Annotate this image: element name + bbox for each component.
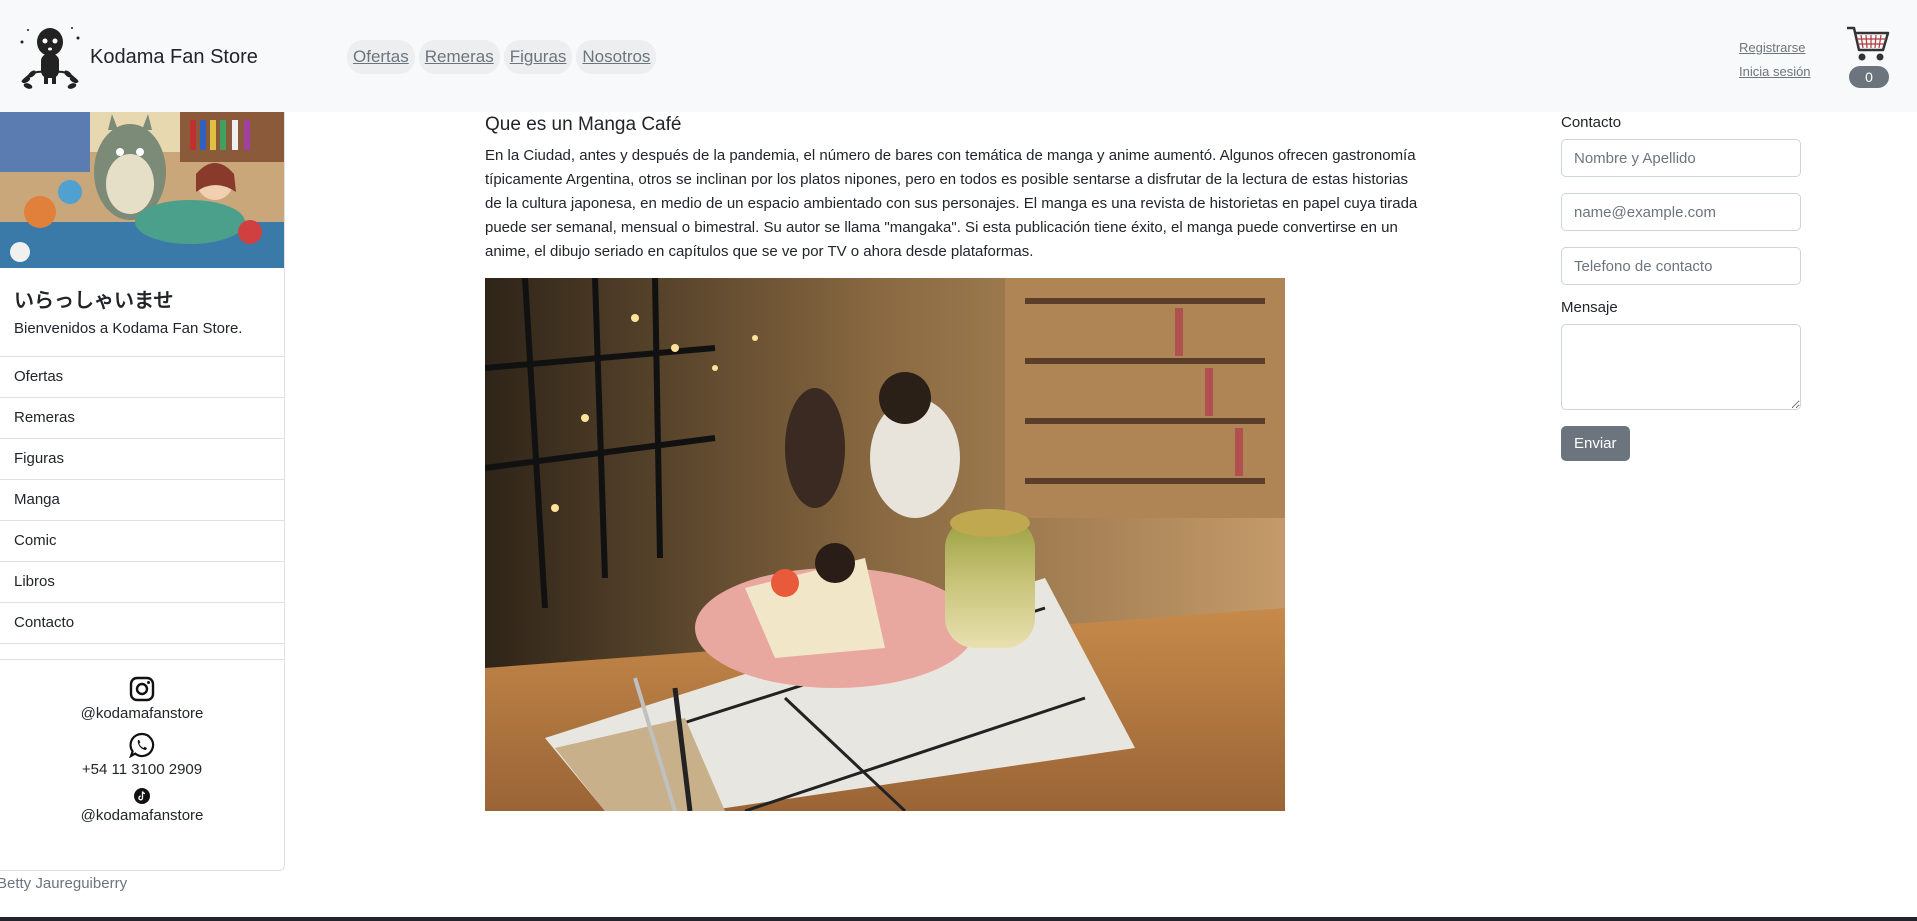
message-textarea[interactable]	[1561, 324, 1801, 410]
tiktok-handle[interactable]: @kodamafanstore	[0, 807, 284, 824]
instagram-handle[interactable]: @kodamafanstore	[0, 705, 284, 722]
shopping-cart-icon[interactable]	[1846, 24, 1890, 64]
sidebar-item-libros[interactable]: Libros	[0, 562, 284, 603]
kodama-logo-icon	[20, 27, 80, 89]
name-field[interactable]	[1561, 139, 1801, 177]
sidebar-item-contacto[interactable]: Contacto	[0, 603, 284, 644]
cart-count-badge: 0	[1849, 66, 1889, 88]
social-instagram[interactable]: @kodamafanstore	[0, 676, 284, 722]
auth-links: Registrarse Inicia sesión	[1739, 36, 1811, 84]
sidebar-card: いらっしゃいませ Bienvenidos a Kodama Fan Store.…	[0, 112, 285, 871]
sidebar-item-comic[interactable]: Comic	[0, 521, 284, 562]
brand[interactable]: Kodama Fan Store	[14, 22, 258, 92]
main-article: Que es un Manga Café En la Ciudad, antes…	[485, 114, 1425, 811]
instagram-icon[interactable]	[129, 676, 155, 702]
sidebar-item-ofertas[interactable]: Ofertas	[0, 357, 284, 398]
article-text: En la Ciudad, antes y después de la pand…	[485, 147, 1418, 260]
welcome-title: いらっしゃいませ	[14, 290, 174, 312]
manga-cafe-photo	[485, 278, 1285, 811]
contact-label: Contacto	[1561, 114, 1622, 131]
login-link[interactable]: Inicia sesión	[1739, 60, 1811, 84]
sidebar-item-figuras[interactable]: Figuras	[0, 439, 284, 480]
email-field[interactable]	[1561, 193, 1801, 231]
sidebar-menu: Ofertas Remeras Figuras Manga Comic Libr…	[0, 356, 284, 660]
contact-form: Contacto Mensaje Enviar	[1561, 114, 1801, 461]
nav-link-ofertas[interactable]: Ofertas	[347, 40, 415, 74]
social-links: @kodamafanstore +54 11 3100 2909 @kodama…	[0, 660, 284, 824]
brand-name: Kodama Fan Store	[90, 45, 258, 68]
sidebar-anime-illustration	[0, 112, 284, 268]
tiktok-icon[interactable]	[134, 788, 150, 804]
main-nav: Ofertas Remeras Figuras Nosotros	[347, 40, 660, 74]
top-navbar: Kodama Fan Store Ofertas Remeras Figuras…	[0, 0, 1917, 112]
menu-divider	[0, 644, 284, 660]
phone-field[interactable]	[1561, 247, 1801, 285]
social-tiktok[interactable]: @kodamafanstore	[0, 788, 284, 824]
register-link[interactable]: Registrarse	[1739, 36, 1811, 60]
sidebar-item-manga[interactable]: Manga	[0, 480, 284, 521]
cart[interactable]: 0	[1846, 24, 1892, 88]
footer-credit: Betty Jaureguiberry	[0, 875, 128, 892]
article-title: Que es un Manga Café	[485, 114, 682, 135]
nav-link-figuras[interactable]: Figuras	[503, 40, 573, 74]
nav-link-remeras[interactable]: Remeras	[418, 40, 500, 74]
nav-link-nosotros[interactable]: Nosotros	[576, 40, 657, 74]
bottom-divider	[0, 917, 1917, 921]
sidebar-item-remeras[interactable]: Remeras	[0, 398, 284, 439]
social-whatsapp[interactable]: +54 11 3100 2909	[0, 732, 284, 778]
welcome-text: Bienvenidos a Kodama Fan Store.	[14, 320, 243, 337]
message-label: Mensaje	[1561, 299, 1618, 316]
send-button[interactable]: Enviar	[1561, 426, 1630, 461]
whatsapp-icon[interactable]	[129, 732, 155, 758]
whatsapp-number[interactable]: +54 11 3100 2909	[0, 761, 284, 778]
